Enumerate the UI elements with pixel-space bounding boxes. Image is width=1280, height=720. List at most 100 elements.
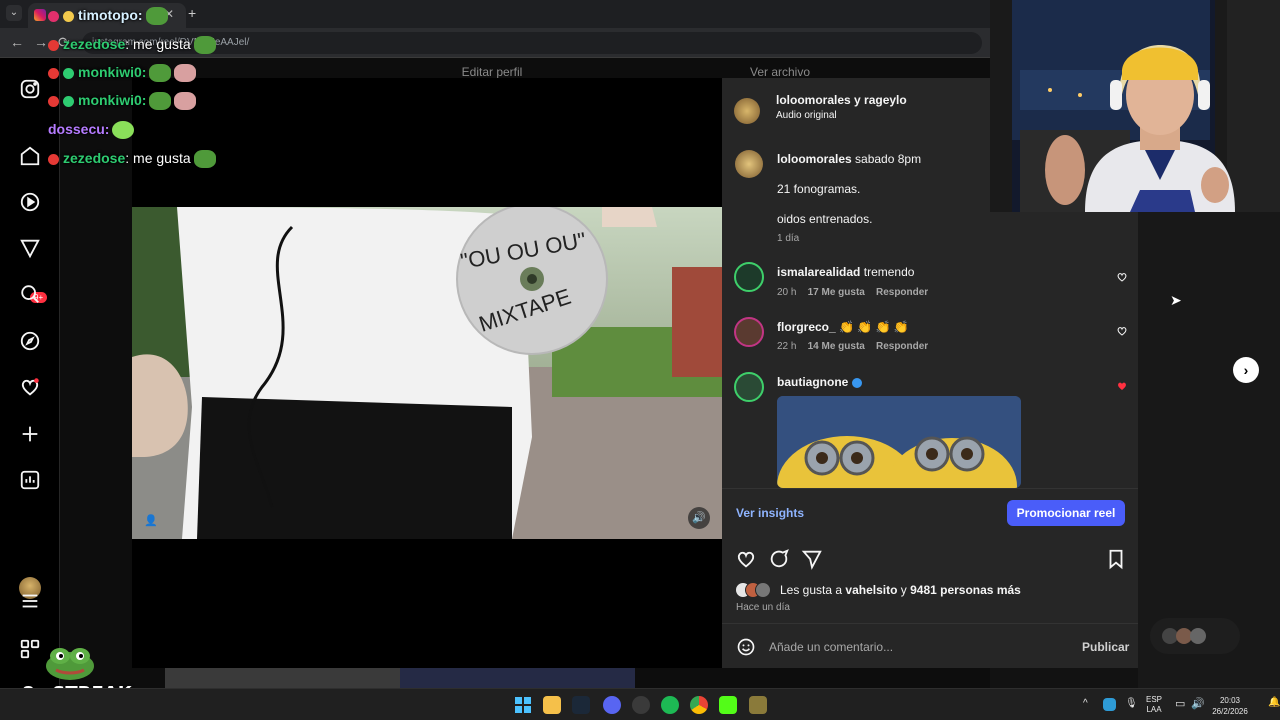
explore-compass-icon[interactable] <box>19 330 41 352</box>
spotify-icon[interactable] <box>661 696 679 714</box>
dashboard-icon[interactable] <box>19 469 41 491</box>
header-username[interactable]: loloomorales y rageylo <box>776 93 907 107</box>
language-indicator[interactable]: ESP LAA <box>1146 695 1162 715</box>
cat-emote-icon <box>174 64 197 83</box>
caption-username[interactable]: loloomorales <box>777 152 852 166</box>
likers-avatars[interactable] <box>735 582 775 598</box>
comment-input[interactable]: Añade un comentario... <box>769 640 893 654</box>
volume-icon[interactable]: 🔊 <box>688 507 710 529</box>
search-icon[interactable] <box>19 283 41 305</box>
caption-text: sabado 8pm <box>855 152 922 166</box>
back-arrow-icon[interactable]: ← <box>10 34 24 50</box>
chat-text: : me gusta <box>125 150 191 166</box>
chat-username[interactable]: zezedose <box>63 150 125 166</box>
red-badge-icon <box>48 67 59 79</box>
comment-gif-image[interactable] <box>777 396 1021 488</box>
caption-avatar[interactable] <box>735 150 763 178</box>
volume-tray-icon[interactable]: 🔊 <box>1191 697 1205 710</box>
emote-badge-icon <box>63 10 74 22</box>
reply-button[interactable]: Responder <box>876 341 928 352</box>
red-badge-icon <box>48 95 59 107</box>
tab-search-dropdown[interactable]: ⌄ <box>6 5 22 21</box>
kick-icon[interactable] <box>719 696 737 714</box>
url-field[interactable]: instagram.com/reel/DVMoNeAAJel/ <box>82 32 982 54</box>
apps-grid-icon[interactable] <box>19 638 41 660</box>
tray-overflow-chevron-icon[interactable]: ^ <box>1083 698 1088 709</box>
streamer-webcam <box>990 0 1280 212</box>
chat-username[interactable]: dossecu: <box>48 121 109 137</box>
microphone-icon[interactable]: 🎙 <box>1125 698 1138 709</box>
liked-heart-icon[interactable] <box>1116 380 1128 392</box>
likes-prefix: Les gusta a <box>780 583 846 597</box>
comment-composer: Añade un comentario... Publicar <box>722 623 1138 668</box>
like-comment-heart-icon[interactable] <box>1116 325 1128 337</box>
comment-avatar[interactable] <box>734 317 764 347</box>
comment-bubble-icon[interactable] <box>768 548 790 570</box>
tray-app-icon[interactable] <box>1103 698 1116 711</box>
windows-start-icon[interactable] <box>514 696 532 714</box>
comment-time: 20 h <box>777 287 797 298</box>
more-menu-icon[interactable] <box>19 590 41 612</box>
pepe-emote-icon <box>193 36 216 55</box>
caption-line: oidos entrenados. <box>777 212 873 226</box>
comment-likes[interactable]: 17 Me gusta <box>808 287 865 298</box>
comment-avatar[interactable] <box>734 262 764 292</box>
audio-label[interactable]: Audio original <box>776 110 837 121</box>
comment-username[interactable]: florgreco_ <box>777 320 836 334</box>
promote-reel-button[interactable]: Promocionar reel <box>1007 500 1125 526</box>
forward-arrow-icon[interactable]: → <box>34 34 48 50</box>
steam-icon[interactable] <box>572 696 590 714</box>
notifications-heart-icon[interactable] <box>19 376 41 398</box>
save-bookmark-icon[interactable] <box>1105 548 1127 570</box>
comment-username[interactable]: ismalarealidad <box>777 265 860 279</box>
red-badge-icon <box>48 153 59 165</box>
instagram-badge-icon <box>48 10 59 22</box>
new-tab-button[interactable]: + <box>188 5 196 21</box>
comment-text: 👏 👏 👏 👏 <box>839 320 909 334</box>
modal-backdrop <box>1138 212 1280 688</box>
notification-bell-icon[interactable]: 🔔 <box>1268 697 1280 708</box>
share-send-icon[interactable] <box>801 548 823 570</box>
liker-username[interactable]: vahelsito <box>845 583 897 597</box>
likes-count[interactable]: 9481 personas más <box>910 583 1021 597</box>
tagged-people-icon[interactable]: 👤 <box>144 514 158 527</box>
caption-time: 1 día <box>777 233 800 244</box>
reel-video[interactable]: "OU OU OU" MIXTAPE 👤 🔊 <box>132 207 722 539</box>
next-reel-chevron-icon[interactable]: › <box>1233 357 1259 383</box>
green-badge-icon <box>63 67 74 79</box>
profile-grid-thumbnail[interactable] <box>165 668 400 688</box>
like-heart-icon[interactable] <box>735 548 757 570</box>
chrome-icon[interactable] <box>690 696 708 714</box>
profile-grid-thumbnail[interactable] <box>400 668 635 688</box>
create-plus-icon[interactable] <box>19 423 41 445</box>
pepe-frog-icon <box>44 644 96 680</box>
caption-line: 21 fonogramas. <box>777 182 861 196</box>
network-icon[interactable]: ▭ <box>1175 697 1185 710</box>
obs-icon[interactable] <box>632 696 650 714</box>
home-icon[interactable] <box>19 145 41 167</box>
messages-dock[interactable] <box>1150 618 1240 654</box>
red-badge-icon <box>48 39 59 51</box>
publish-button[interactable]: Publicar <box>1082 640 1129 654</box>
file-explorer-icon[interactable] <box>543 696 561 714</box>
instagram-logo-icon[interactable] <box>19 78 41 100</box>
comment-username[interactable]: bautiagnone <box>777 375 848 389</box>
app-icon[interactable] <box>749 696 767 714</box>
like-comment-heart-icon[interactable] <box>1116 271 1128 283</box>
comment-avatar[interactable] <box>734 372 764 402</box>
author-avatar[interactable] <box>734 98 760 124</box>
view-insights-link[interactable]: Ver insights <box>736 506 804 520</box>
alien-emote-icon <box>112 121 135 140</box>
chat-username[interactable]: timotopo: <box>78 7 143 23</box>
discord-icon[interactable] <box>603 696 621 714</box>
chat-username[interactable]: zezedose <box>63 36 125 52</box>
comment-likes[interactable]: 14 Me gusta <box>808 341 865 352</box>
likes-mid: y <box>897 583 911 597</box>
messages-icon[interactable] <box>19 237 41 259</box>
reply-button[interactable]: Responder <box>876 287 928 298</box>
reels-icon[interactable] <box>19 191 41 213</box>
chat-username[interactable]: monkiwi0: <box>78 92 146 108</box>
emoji-smiley-icon[interactable] <box>736 637 756 657</box>
chat-username[interactable]: monkiwi0: <box>78 64 146 80</box>
clock[interactable]: 20:03 26/2/2026 <box>1210 695 1250 717</box>
